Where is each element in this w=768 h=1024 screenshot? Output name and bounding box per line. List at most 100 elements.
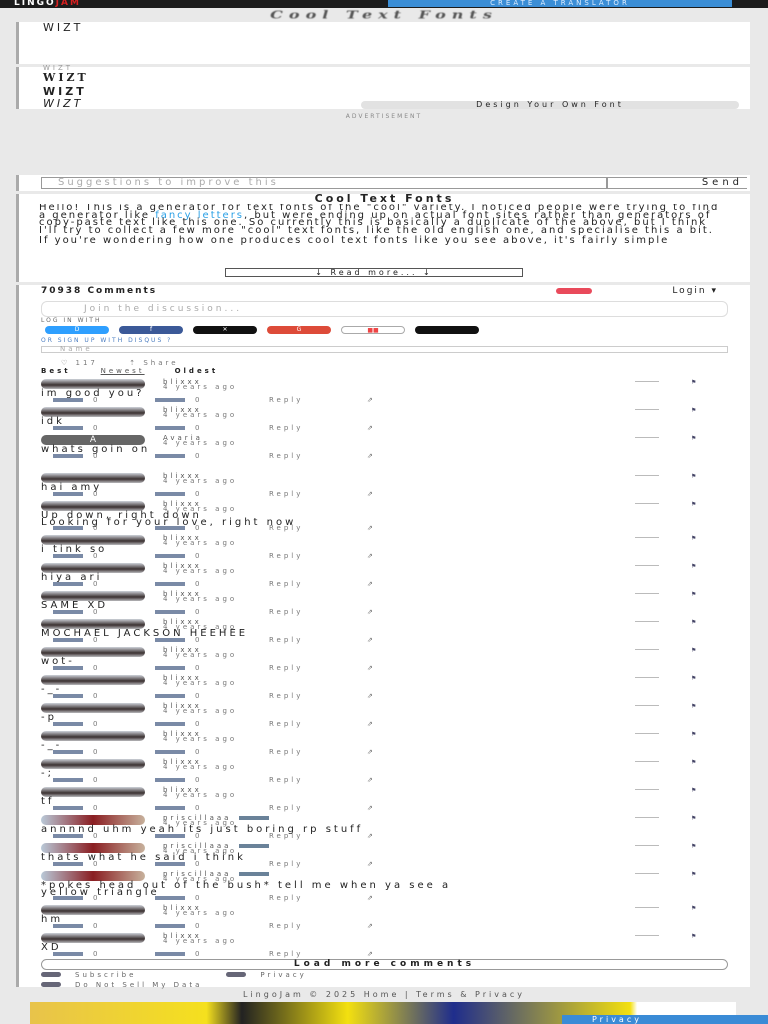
comment-time[interactable]: 4 years ago [163,412,237,419]
comment-time[interactable]: 4 years ago [163,440,237,447]
upvote-icon[interactable] [53,526,83,530]
login-facebook-button[interactable]: f [119,326,183,334]
collapse-icon[interactable] [635,621,659,622]
reply-button[interactable]: Reply [269,951,367,958]
flag-icon[interactable]: ⚑ [691,675,696,682]
comment-time[interactable]: 4 years ago [163,596,237,603]
privacy-badge[interactable]: Privacy [562,1015,768,1024]
collapse-icon[interactable] [635,845,659,846]
downvote-icon[interactable] [155,638,185,642]
comment-time[interactable]: 4 years ago [163,384,237,391]
downvote-icon[interactable] [155,454,185,458]
flag-icon[interactable]: ⚑ [691,591,696,598]
collapse-icon[interactable] [635,537,659,538]
downvote-icon[interactable] [155,952,185,956]
subscribe-link[interactable]: Subscribe [75,971,136,979]
downvote-icon[interactable] [155,896,185,900]
upvote-icon[interactable] [53,666,83,670]
login-apple-button[interactable] [415,326,479,334]
avatar[interactable] [41,759,145,769]
avatar[interactable] [41,787,145,797]
collapse-icon[interactable] [635,565,659,566]
read-more-button[interactable]: ↓ Read more... ↓ [225,268,523,277]
upvote-icon[interactable] [53,492,83,496]
upvote-icon[interactable] [53,952,83,956]
upvote-icon[interactable] [53,610,83,614]
upvote-icon[interactable] [53,750,83,754]
collapse-icon[interactable] [635,907,659,908]
suggestion-input[interactable]: Suggestions to improve this [41,177,607,189]
flag-icon[interactable]: ⚑ [691,435,696,442]
collapse-icon[interactable] [635,409,659,410]
notification-bell-icon[interactable] [556,288,592,294]
flag-icon[interactable]: ⚑ [691,619,696,626]
collapse-icon[interactable] [635,593,659,594]
upvote-icon[interactable] [53,834,83,838]
sign-up-disqus[interactable]: OR SIGN UP WITH DISQUS ? [41,337,728,344]
login-x-button[interactable]: ✕ [193,326,257,334]
downvote-icon[interactable] [155,924,185,928]
collapse-icon[interactable] [635,761,659,762]
flag-icon[interactable]: ⚑ [691,563,696,570]
sort-best[interactable]: Best [41,367,71,375]
downvote-icon[interactable] [155,834,185,838]
flag-icon[interactable]: ⚑ [691,787,696,794]
favorite-button[interactable]: ♡ 117 [61,359,98,367]
name-input[interactable]: Name [41,346,728,353]
collapse-icon[interactable] [635,733,659,734]
upvote-icon[interactable] [53,694,83,698]
flag-icon[interactable]: ⚑ [691,759,696,766]
share-icon[interactable]: ⇗ [367,951,376,958]
flag-icon[interactable]: ⚑ [691,815,696,822]
downvote-icon[interactable] [155,750,185,754]
collapse-icon[interactable] [635,789,659,790]
downvote-icon[interactable] [155,778,185,782]
sort-oldest[interactable]: Oldest [175,367,219,375]
upvote-icon[interactable] [53,896,83,900]
send-button[interactable]: Send [607,177,747,189]
share-icon[interactable]: ⇗ [367,453,376,460]
privacy-link[interactable]: Privacy [260,971,306,979]
comment-time[interactable]: 4 years ago [163,478,237,485]
downvote-icon[interactable] [155,806,185,810]
collapse-icon[interactable] [635,381,659,382]
collapse-icon[interactable] [635,873,659,874]
comment-time[interactable]: 4 years ago [163,910,237,917]
downvote-icon[interactable] [155,666,185,670]
flag-icon[interactable]: ⚑ [691,473,696,480]
flag-icon[interactable]: ⚑ [691,933,696,940]
collapse-icon[interactable] [635,705,659,706]
flag-icon[interactable]: ⚑ [691,905,696,912]
login-dropdown[interactable]: Login ▾ [672,285,718,297]
comment-time[interactable]: 4 years ago [163,736,237,743]
flag-icon[interactable]: ⚑ [691,843,696,850]
upvote-icon[interactable] [53,778,83,782]
login-google-button[interactable]: G [267,326,331,334]
collapse-icon[interactable] [635,649,659,650]
comment-time[interactable]: 4 years ago [163,652,237,659]
input-textarea[interactable]: WIZT [16,22,750,64]
flag-icon[interactable]: ⚑ [691,535,696,542]
collapse-icon[interactable] [635,935,659,936]
sort-newest[interactable]: Newest [101,367,145,375]
downvote-icon[interactable] [155,610,185,614]
upvote-icon[interactable] [53,924,83,928]
comment-time[interactable]: 4 years ago [163,568,237,575]
reply-button[interactable]: Reply [269,453,367,460]
downvote-icon[interactable] [155,694,185,698]
comment-time[interactable]: 4 years ago [163,540,237,547]
output-box[interactable]: WIZT WIZT WIZT WIZT Design Your Own Font [16,64,750,109]
comment-time[interactable]: 4 years ago [163,938,237,945]
comment-time[interactable]: 4 years ago [163,708,237,715]
comment-time[interactable]: 4 years ago [163,764,237,771]
upvote-icon[interactable] [53,454,83,458]
flag-icon[interactable]: ⚑ [691,731,696,738]
downvote-icon[interactable] [155,398,185,402]
design-font-button[interactable]: Design Your Own Font [361,101,739,109]
flag-icon[interactable]: ⚑ [691,407,696,414]
upvote-icon[interactable] [53,554,83,558]
downvote-icon[interactable] [155,722,185,726]
collapse-icon[interactable] [635,503,659,504]
join-discussion-input[interactable]: Join the discussion... [41,301,728,317]
collapse-icon[interactable] [635,817,659,818]
